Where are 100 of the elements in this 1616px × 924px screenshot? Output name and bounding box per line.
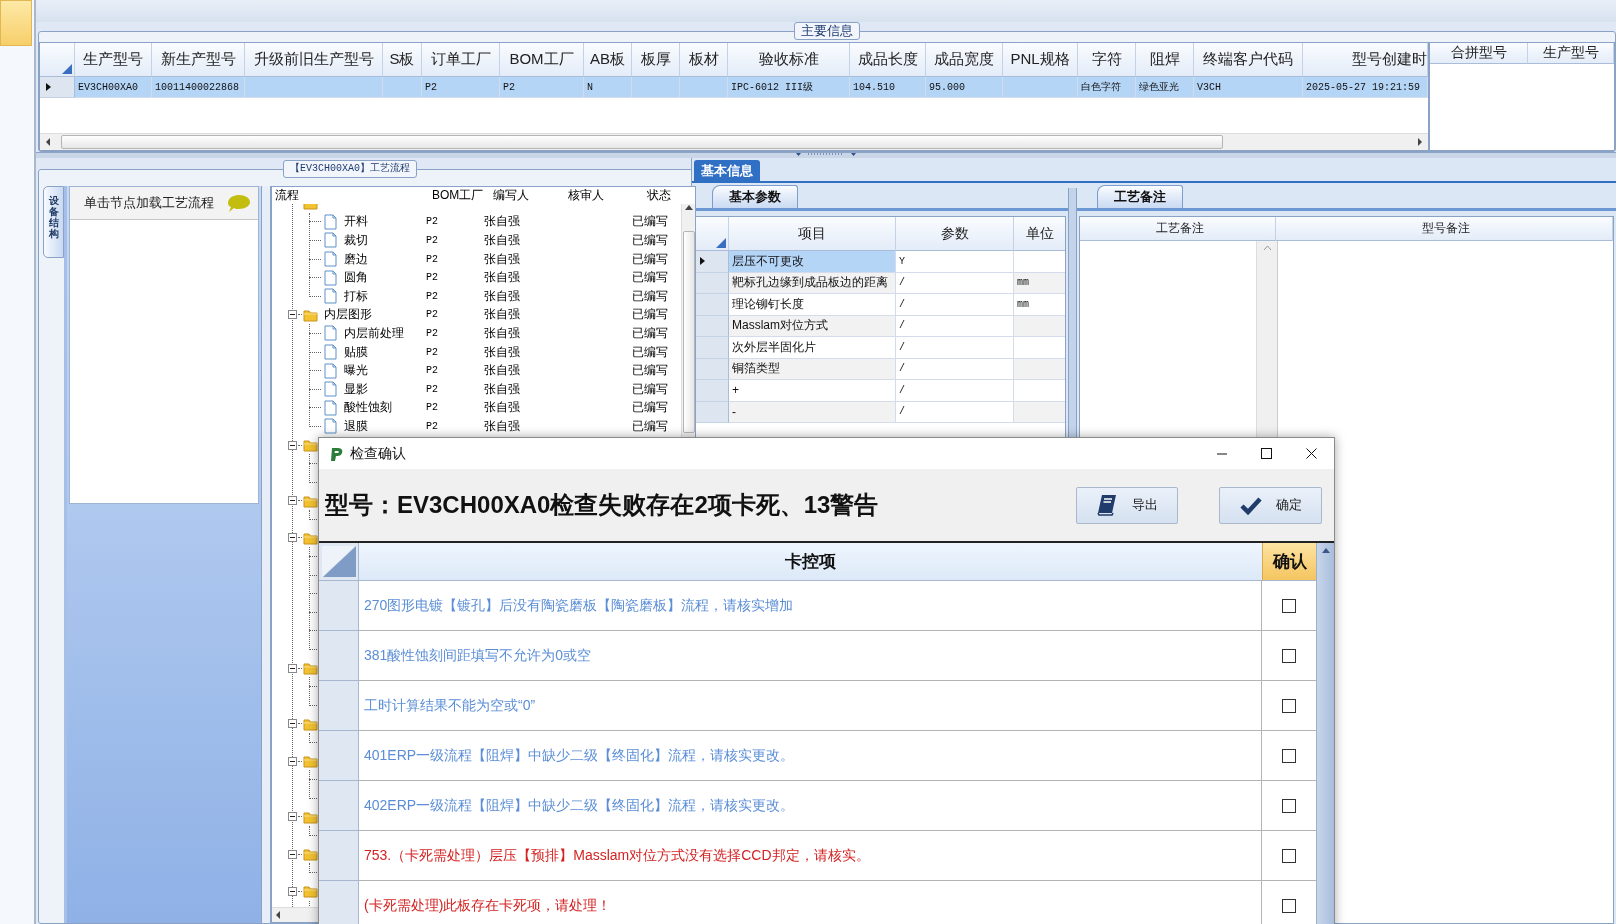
- tree-node[interactable]: 退膜: [344, 417, 368, 435]
- vertical-scrollbar[interactable]: [1316, 543, 1334, 924]
- horizontal-scrollbar[interactable]: [40, 133, 1428, 150]
- collapse-icon[interactable]: [288, 663, 297, 673]
- table-cell: 95.000: [926, 77, 1003, 98]
- table-row[interactable]: 铜箔类型 /: [695, 358, 1065, 380]
- splitter-handle-icon[interactable]: [796, 153, 856, 157]
- scrollbar-thumb[interactable]: [682, 231, 695, 433]
- scrollbar-thumb[interactable]: [61, 135, 1223, 149]
- column-header[interactable]: 项目: [729, 217, 896, 251]
- table-row[interactable]: 层压不可更改 Y: [695, 251, 1065, 273]
- column-header[interactable]: S板: [383, 43, 422, 77]
- column-header[interactable]: 状态: [644, 187, 695, 204]
- scroll-up-icon[interactable]: [1320, 547, 1331, 554]
- column-header[interactable]: 成品宽度: [926, 43, 1003, 77]
- table-cell: P2: [426, 365, 438, 377]
- tree-node[interactable]: 圆角: [344, 269, 368, 287]
- checkbox[interactable]: [1282, 798, 1296, 813]
- column-header[interactable]: 单位: [1014, 217, 1065, 251]
- collapse-icon[interactable]: [288, 719, 297, 729]
- tree-node[interactable]: 内层图形: [324, 306, 372, 324]
- column-header[interactable]: 生产型号: [1528, 43, 1614, 64]
- table-cell: P2: [426, 309, 438, 321]
- tree-node[interactable]: 内层前处理: [344, 324, 404, 342]
- column-header[interactable]: BOM工厂: [500, 43, 584, 77]
- maximize-icon[interactable]: [1261, 448, 1272, 459]
- column-header[interactable]: 板材: [680, 43, 728, 77]
- tree-node[interactable]: 开料: [344, 213, 368, 231]
- column-header[interactable]: 编写人: [490, 187, 565, 204]
- table-row[interactable]: + /: [695, 380, 1065, 402]
- tree-node[interactable]: 裁切: [344, 232, 368, 249]
- collapse-icon[interactable]: [288, 496, 297, 506]
- table-row[interactable]: 次外层半固化片 /: [695, 337, 1065, 359]
- column-header[interactable]: 升级前旧生产型号: [245, 43, 383, 77]
- column-header[interactable]: 生产型号: [75, 43, 152, 77]
- tree-node[interactable]: 显影: [344, 380, 368, 398]
- table-cell: P2: [426, 346, 438, 358]
- column-header[interactable]: 阻焊: [1136, 43, 1194, 77]
- column-header[interactable]: 终端客户代码: [1194, 43, 1303, 77]
- column-header[interactable]: BOM工厂: [429, 187, 490, 204]
- checkbox[interactable]: [1282, 748, 1296, 763]
- column-header[interactable]: 参数: [896, 217, 1014, 251]
- table-cell: 已编写: [632, 307, 668, 322]
- collapse-icon[interactable]: [288, 812, 297, 822]
- close-icon[interactable]: [1306, 448, 1317, 459]
- table-cell: P2: [426, 216, 438, 228]
- export-button[interactable]: 导出: [1076, 486, 1178, 524]
- column-header[interactable]: AB板: [584, 43, 632, 77]
- checkbox[interactable]: [1282, 848, 1296, 863]
- column-header[interactable]: 型号创建时: [1303, 43, 1428, 77]
- column-header[interactable]: 成品长度: [850, 43, 926, 77]
- tab[interactable]: 基本参数: [712, 185, 798, 208]
- collapse-icon[interactable]: [288, 756, 297, 766]
- collapse-icon[interactable]: [288, 440, 297, 450]
- column-header[interactable]: 字符: [1078, 43, 1136, 77]
- table-row[interactable]: Masslam对位方式 /: [695, 315, 1065, 337]
- checkbox[interactable]: [1282, 648, 1296, 663]
- column-header[interactable]: 验收标准: [728, 43, 850, 77]
- checkbox[interactable]: [1282, 898, 1296, 913]
- column-header[interactable]: 流程: [272, 187, 429, 204]
- scroll-up-icon[interactable]: [683, 204, 694, 211]
- table-row[interactable]: EV3CH00XA0 10011400022868 P2 P2 N IPC-6012 III级 104.510 95.000 白色字符 绿色亚光 V3CH 2025-05-27 19:21:59: [40, 77, 1428, 98]
- table-row[interactable]: 理论铆钉长度 / mm: [695, 294, 1065, 316]
- collapse-icon[interactable]: [288, 849, 297, 859]
- tab[interactable]: 工艺备注: [1097, 185, 1183, 208]
- collapse-icon[interactable]: [288, 533, 297, 543]
- table-cell: 铜箔类型: [729, 358, 896, 380]
- collapse-icon[interactable]: [288, 310, 297, 320]
- tree-node[interactable]: 贴膜: [344, 343, 368, 361]
- collapse-icon[interactable]: [288, 886, 297, 896]
- column-header[interactable]: 合拼型号: [1430, 43, 1528, 64]
- scroll-left-icon[interactable]: [274, 910, 282, 920]
- column-header[interactable]: 卡控项: [359, 543, 1262, 581]
- file-icon: [323, 381, 338, 398]
- table-cell: 张自强: [484, 251, 520, 266]
- column-header[interactable]: 新生产型号: [152, 43, 245, 77]
- tab[interactable]: 基本信息: [694, 160, 760, 181]
- column-header[interactable]: 板厚: [632, 43, 680, 77]
- column-header[interactable]: 型号备注: [1276, 217, 1613, 241]
- column-header[interactable]: 工艺备注: [1080, 217, 1276, 241]
- column-header[interactable]: 核审人: [565, 187, 644, 204]
- file-icon: [323, 288, 338, 305]
- table-cell: /: [896, 294, 1014, 316]
- tree-node[interactable]: 曝光: [344, 362, 368, 380]
- tree-node[interactable]: 酸性蚀刻: [344, 399, 392, 417]
- scroll-right-icon[interactable]: [1416, 137, 1424, 147]
- side-tab[interactable]: 设备结构: [43, 186, 64, 258]
- checkbox[interactable]: [1282, 598, 1296, 613]
- confirm-button[interactable]: 确定: [1219, 486, 1322, 524]
- column-header[interactable]: 确认: [1262, 543, 1316, 581]
- tree-node[interactable]: 磨边: [344, 250, 368, 268]
- table-row[interactable]: 靶标孔边缘到成品板边的距离 / mm: [695, 272, 1065, 294]
- folder-icon: [303, 438, 318, 452]
- column-header[interactable]: PNL规格: [1003, 43, 1078, 77]
- scroll-left-icon[interactable]: [44, 137, 52, 147]
- table-cell: 已编写: [632, 363, 668, 378]
- checkbox[interactable]: [1282, 698, 1296, 713]
- tree-node[interactable]: 打标: [344, 287, 368, 305]
- table-row[interactable]: - /: [695, 401, 1065, 423]
- column-header[interactable]: 订单工厂: [422, 43, 500, 77]
